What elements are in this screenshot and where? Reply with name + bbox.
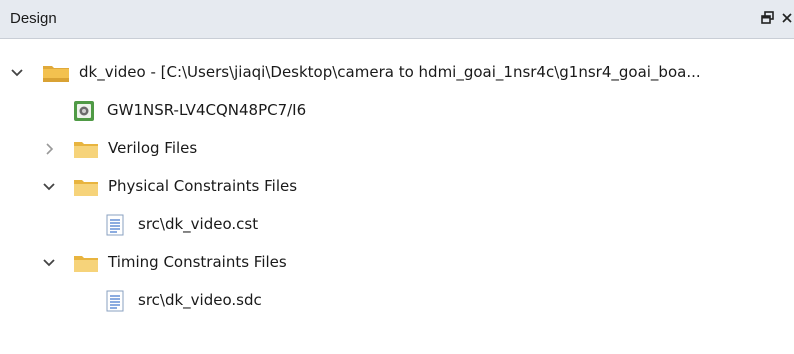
tree-item-verilog-files[interactable]: Verilog Files xyxy=(0,130,794,168)
tree-item-physical-constraints[interactable]: Physical Constraints Files xyxy=(0,168,794,206)
tree-item-label: Verilog Files xyxy=(108,139,198,157)
tree-item-label: src\dk_video.sdc xyxy=(138,291,262,309)
tree-item-project[interactable]: dk_video - [C:\Users\jiaqi\Desktop\camer… xyxy=(0,54,794,92)
tree-item-timing-constraints[interactable]: Timing Constraints Files xyxy=(0,244,794,282)
chevron-down-icon[interactable] xyxy=(8,63,26,83)
chevron-down-icon[interactable] xyxy=(40,177,58,197)
tree-item-label: GW1NSR-LV4CQN48PC7/I6 xyxy=(107,101,307,119)
tree-item-label: src\dk_video.cst xyxy=(138,215,259,233)
chevron-right-icon[interactable] xyxy=(40,139,58,159)
tree-item-cst-file[interactable]: src\dk_video.cst xyxy=(0,206,794,244)
tree-item-label: Physical Constraints Files xyxy=(108,177,298,195)
tree-item-label: Timing Constraints Files xyxy=(108,253,287,271)
project-folder-icon xyxy=(42,62,69,84)
float-restore-icon[interactable] xyxy=(760,9,776,27)
folder-icon xyxy=(73,176,98,198)
file-icon xyxy=(104,290,128,312)
folder-icon xyxy=(73,138,98,160)
design-tree: dk_video - [C:\Users\jiaqi\Desktop\camer… xyxy=(0,39,794,354)
chip-icon xyxy=(73,100,97,122)
close-icon[interactable] xyxy=(780,9,794,27)
tree-item-device[interactable]: GW1NSR-LV4CQN48PC7/I6 xyxy=(0,92,794,130)
chevron-down-icon[interactable] xyxy=(40,253,58,273)
panel-title: Design xyxy=(10,10,57,27)
folder-icon xyxy=(73,252,98,274)
tree-item-sdc-file[interactable]: src\dk_video.sdc xyxy=(0,282,794,320)
panel-header: Design xyxy=(0,0,794,39)
tree-item-label: dk_video - [C:\Users\jiaqi\Desktop\camer… xyxy=(79,63,701,81)
file-icon xyxy=(104,214,128,236)
